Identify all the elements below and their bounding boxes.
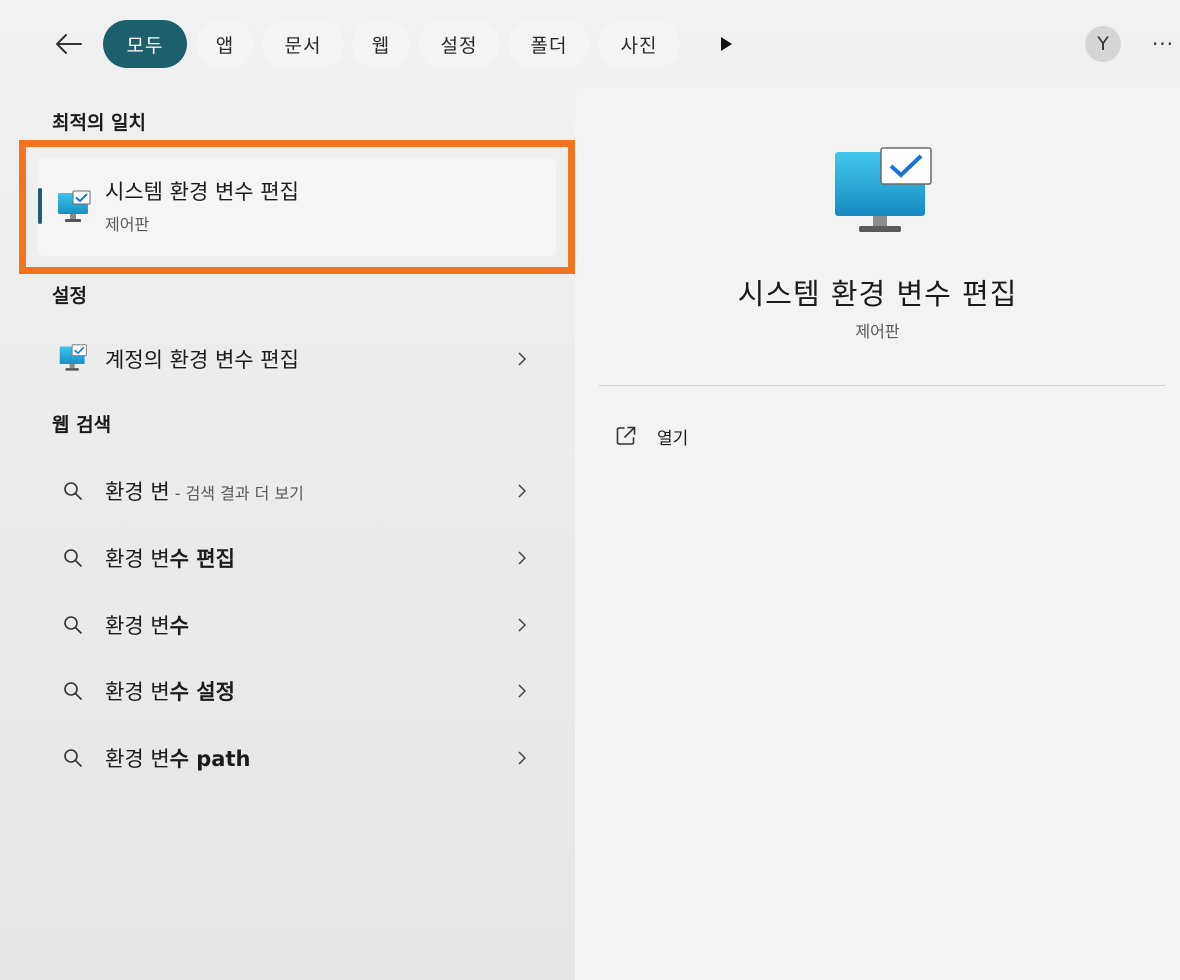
- best-match-heading: 최적의 일치: [52, 112, 147, 134]
- web-search-label: 환경 변수: [105, 614, 189, 638]
- chevron-right-icon[interactable]: [512, 546, 532, 570]
- divider: [599, 385, 1165, 386]
- web-search-item[interactable]: 환경 변 - 검색 결과 더 보기: [38, 462, 556, 518]
- settings-heading: 설정: [52, 285, 87, 307]
- search-icon: [58, 610, 88, 640]
- settings-result-item[interactable]: 계정의 환경 변수 편집: [38, 330, 556, 386]
- search-icon: [58, 676, 88, 706]
- settings-result-label: 계정의 환경 변수 편집: [105, 348, 299, 372]
- best-match-subtitle: 제어판: [105, 215, 150, 234]
- play-triangle-icon: [721, 37, 732, 51]
- search-icon: [58, 476, 88, 506]
- best-match-title: 시스템 환경 변수 편집: [105, 180, 299, 204]
- selection-indicator: [38, 188, 42, 224]
- monitor-check-icon: [833, 146, 933, 240]
- search-icon: [58, 543, 88, 573]
- chevron-right-icon[interactable]: [512, 613, 532, 637]
- web-search-label: 환경 변수 편집: [105, 547, 235, 571]
- web-search-heading: 웹 검색: [52, 414, 112, 436]
- filter-bar: 모두 앱 문서 웹 설정 폴더 사진 Y ···: [0, 0, 1180, 88]
- preview-title: 시스템 환경 변수 편집: [737, 277, 1018, 311]
- web-search-item[interactable]: 환경 변수 편집: [38, 529, 556, 585]
- filter-web[interactable]: 웹: [352, 20, 410, 68]
- arrow-left-icon: [56, 34, 82, 54]
- avatar[interactable]: Y: [1085, 26, 1121, 62]
- monitor-check-icon: [56, 190, 92, 230]
- chevron-right-icon[interactable]: [512, 479, 532, 503]
- web-search-label: 환경 변수 path: [105, 747, 251, 771]
- open-action-label: 열기: [657, 428, 689, 449]
- filter-settings[interactable]: 설정: [418, 20, 500, 68]
- monitor-check-icon: [58, 344, 88, 374]
- more-options-button[interactable]: ···: [1148, 26, 1178, 62]
- filter-apps[interactable]: 앱: [196, 20, 254, 68]
- filter-folders[interactable]: 폴더: [508, 20, 590, 68]
- start-search-window: 모두 앱 문서 웹 설정 폴더 사진 Y ··· 최적의 일치 시스템 환경 변…: [0, 0, 1180, 980]
- open-external-icon: [616, 426, 636, 445]
- web-search-item[interactable]: 환경 변수 설정: [38, 662, 556, 718]
- more-filters-button[interactable]: [712, 30, 740, 58]
- open-action-button[interactable]: 열기: [615, 418, 815, 454]
- back-button[interactable]: [50, 26, 86, 62]
- filter-all[interactable]: 모두: [103, 20, 187, 68]
- search-icon: [58, 743, 88, 773]
- web-search-label: 환경 변 - 검색 결과 더 보기: [105, 480, 304, 504]
- web-search-label: 환경 변수 설정: [105, 680, 235, 704]
- chevron-right-icon[interactable]: [512, 347, 532, 371]
- best-match-item[interactable]: 시스템 환경 변수 편집 제어판: [38, 158, 556, 256]
- chevron-right-icon[interactable]: [512, 746, 532, 770]
- filter-photos[interactable]: 사진: [598, 20, 680, 68]
- preview-subtitle: 제어판: [855, 322, 900, 341]
- web-search-item[interactable]: 환경 변수: [38, 596, 556, 652]
- preview-pane: 시스템 환경 변수 편집 제어판 열기: [575, 88, 1180, 980]
- web-search-item[interactable]: 환경 변수 path: [38, 729, 556, 785]
- filter-documents[interactable]: 문서: [262, 20, 344, 68]
- chevron-right-icon[interactable]: [512, 679, 532, 703]
